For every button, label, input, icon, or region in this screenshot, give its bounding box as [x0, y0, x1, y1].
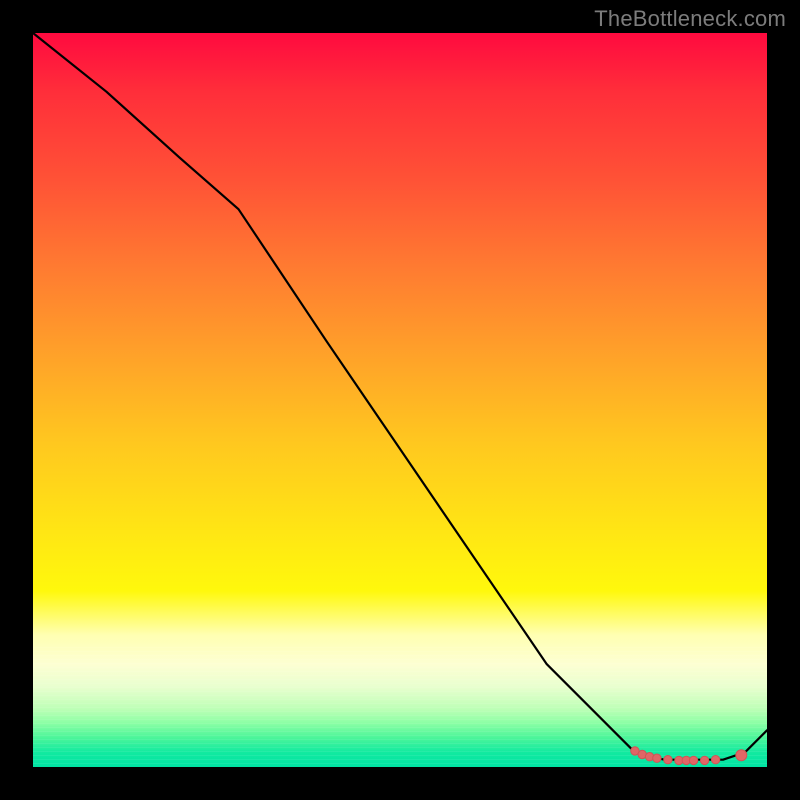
marker-dot	[700, 756, 708, 764]
marker-dot	[664, 756, 672, 764]
curve-layer	[33, 33, 767, 767]
attribution-text: TheBottleneck.com	[594, 6, 786, 32]
marker-dot	[689, 756, 697, 764]
chart-frame: TheBottleneck.com	[0, 0, 800, 800]
bottleneck-curve	[33, 33, 767, 760]
marker-dot	[711, 756, 719, 764]
plot-area	[33, 33, 767, 767]
marker-dot	[736, 750, 747, 761]
marker-group	[631, 747, 747, 765]
marker-dot	[653, 754, 661, 762]
